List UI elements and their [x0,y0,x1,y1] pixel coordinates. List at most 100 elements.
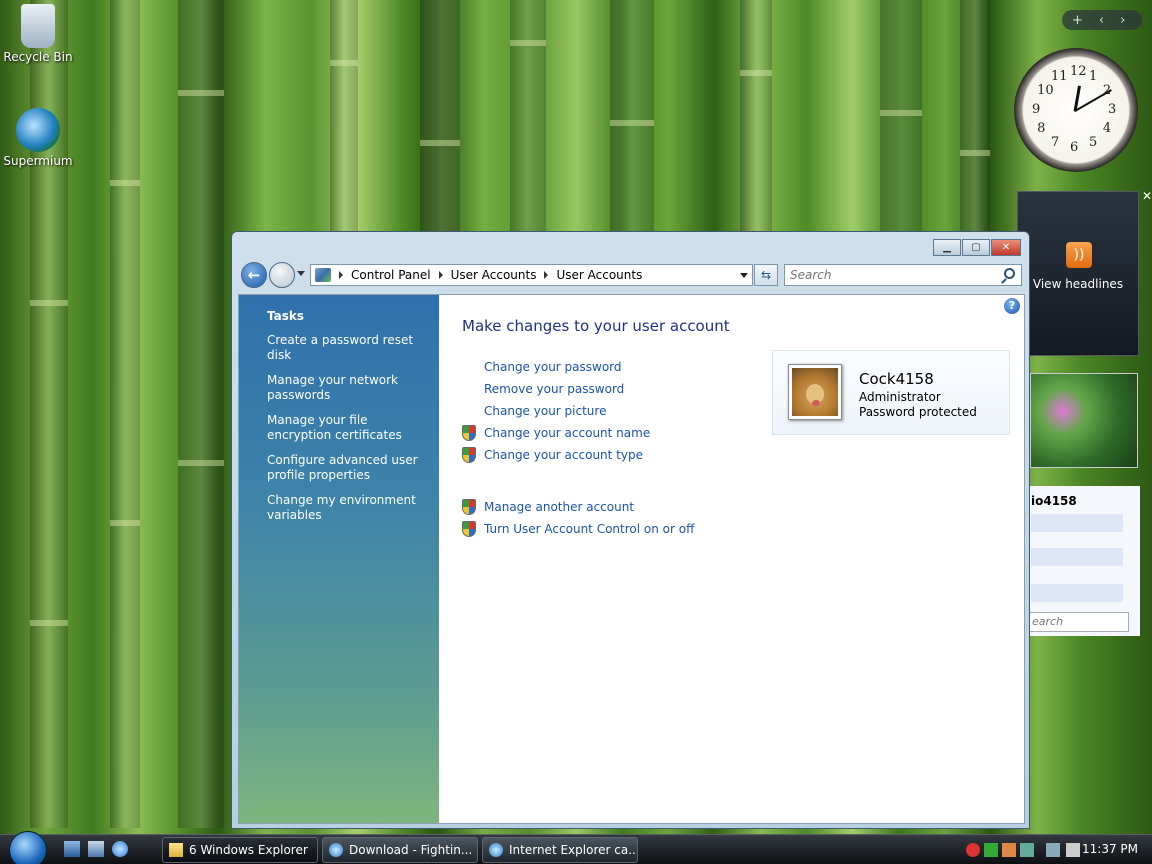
security-alert-icon[interactable] [966,843,980,857]
sidebar-toolbar[interactable]: + ‹ › [1062,10,1142,30]
clock-number: 3 [1108,102,1117,117]
dog-avatar-icon [792,368,838,416]
task-configure-advanced-profile[interactable]: Configure advanced user profile properti… [267,453,427,483]
account-card: Cock4158 Administrator Password protecte… [772,350,1010,435]
manage-another-account-link[interactable]: Manage another account [462,496,694,518]
minimize-button[interactable]: ▁ [933,239,961,256]
volume-muted-icon[interactable] [1066,843,1080,857]
tray-app-icon[interactable] [1020,843,1034,857]
search-box[interactable] [784,264,1022,286]
contact-row[interactable] [1031,548,1123,566]
breadcrumb-control-panel[interactable]: Control Panel [351,268,431,282]
task-create-password-reset-disk[interactable]: Create a password reset disk [267,333,427,363]
clock-gadget[interactable]: 121234567891011 [1014,48,1138,172]
clock-number: 1 [1089,69,1098,85]
previous-icon[interactable]: ‹ [1099,13,1104,28]
show-desktop-icon[interactable] [64,841,80,857]
desktop-icon-recycle-bin[interactable]: Recycle Bin [3,4,73,64]
feed-headlines-gadget[interactable]: )) View headlines [1017,191,1139,356]
internet-explorer-icon[interactable] [112,841,128,857]
page-title: Make changes to your user account [462,317,730,335]
browser-icon [329,843,343,857]
account-password-status: Password protected [859,405,977,419]
change-password-link[interactable]: Change your password [462,356,694,378]
desktop-icon-supermium[interactable]: Supermium [3,108,73,168]
taskbar: 6 Windows Explorer Download - Fightin...… [0,831,1152,864]
search-input[interactable] [785,265,985,285]
slideshow-gadget[interactable] [1030,373,1138,468]
task-manage-file-encryption-certificates[interactable]: Manage your file encryption certificates [267,413,427,443]
clock-number: 4 [1102,121,1112,136]
remove-password-link[interactable]: Remove your password [462,378,694,400]
help-icon[interactable]: ? [1004,298,1020,314]
contacts-title: io4158 [1031,494,1077,508]
back-button[interactable]: ← [241,262,267,288]
clock-time[interactable]: 11:37 PM [1082,842,1138,856]
taskbar-download-window[interactable]: Download - Fightin... [322,837,478,863]
control-panel-icon [315,268,331,282]
desktop-icon-label: Supermium [3,154,73,168]
clock-number: 10 [1037,83,1054,98]
tray-app-icon[interactable] [1002,843,1016,857]
account-links: Change your password Remove your passwor… [462,356,694,540]
contacts-search-input[interactable]: earch [1029,612,1129,632]
supermium-icon [16,108,60,152]
address-dropdown-icon[interactable] [740,273,748,278]
clock-number: 8 [1037,121,1046,136]
add-gadget-icon[interactable]: + [1072,13,1083,28]
desktop-icon-label: Recycle Bin [3,50,73,64]
next-icon[interactable]: › [1120,13,1125,28]
account-name: Cock4158 [859,370,934,388]
contacts-gadget[interactable]: io4158 earch [1028,486,1140,636]
uac-shield-icon [462,521,476,537]
task-change-environment-variables[interactable]: Change my environment variables [267,493,427,523]
gadget-close-icon[interactable]: ✕ [1142,189,1152,203]
refresh-button[interactable]: ⇆ [754,264,778,286]
contact-row[interactable] [1031,584,1123,602]
account-role: Administrator [859,390,941,404]
clock-number: 11 [1051,69,1068,85]
clock-number: 5 [1089,134,1098,150]
feed-label: View headlines [1032,277,1124,291]
network-icon[interactable] [1046,843,1060,857]
change-account-type-link[interactable]: Change your account type [462,444,694,466]
taskbar-windows-explorer-group[interactable]: 6 Windows Explorer [162,837,318,863]
search-icon[interactable] [1004,268,1015,279]
tasks-heading: Tasks [267,309,305,323]
change-account-name-link[interactable]: Change your account name [462,422,694,444]
clock-number: 12 [1070,64,1087,79]
maximize-button[interactable]: ▢ [962,239,990,256]
recent-pages-dropdown-icon[interactable] [297,271,305,276]
forward-button[interactable] [269,262,295,288]
clock-number: 7 [1051,134,1060,150]
contact-row[interactable] [1031,514,1123,532]
taskbar-internet-explorer-window[interactable]: Internet Explorer ca... [482,837,638,863]
breadcrumb-user-accounts-current[interactable]: User Accounts [556,268,642,282]
main-pane: ? Make changes to your user account Chan… [439,295,1024,823]
breadcrumb-user-accounts[interactable]: User Accounts [451,268,537,282]
start-button[interactable] [9,831,47,864]
turn-uac-on-off-link[interactable]: Turn User Account Control on or off [462,518,694,540]
clock-number: 6 [1070,140,1079,155]
close-button[interactable]: ✕ [991,239,1021,256]
content-area: Tasks Create a password reset disk Manag… [238,294,1025,824]
recycle-bin-icon [21,4,55,48]
breadcrumb-separator-icon[interactable] [339,271,343,279]
breadcrumb-separator-icon[interactable] [438,271,443,279]
uac-shield-icon [462,499,476,515]
rss-icon: )) [1066,242,1092,268]
folder-icon [169,843,183,857]
checkmark-icon[interactable] [984,843,998,857]
change-picture-link[interactable]: Change your picture [462,400,694,422]
internet-explorer-icon [489,843,503,857]
uac-shield-icon [462,447,476,463]
notification-area: 11:37 PM [962,835,1152,864]
tasks-pane: Tasks Create a password reset disk Manag… [239,295,439,823]
user-accounts-window: ▁ ▢ ✕ ← Control Panel User Accounts User… [231,231,1030,829]
address-bar[interactable]: Control Panel User Accounts User Account… [310,264,753,286]
breadcrumb-separator-icon[interactable] [544,271,549,279]
navigation-bar: ← Control Panel User Accounts User Accou… [240,262,1022,288]
task-manage-network-passwords[interactable]: Manage your network passwords [267,373,427,403]
clock-hand [1074,89,1112,112]
switch-windows-icon[interactable] [88,841,104,857]
